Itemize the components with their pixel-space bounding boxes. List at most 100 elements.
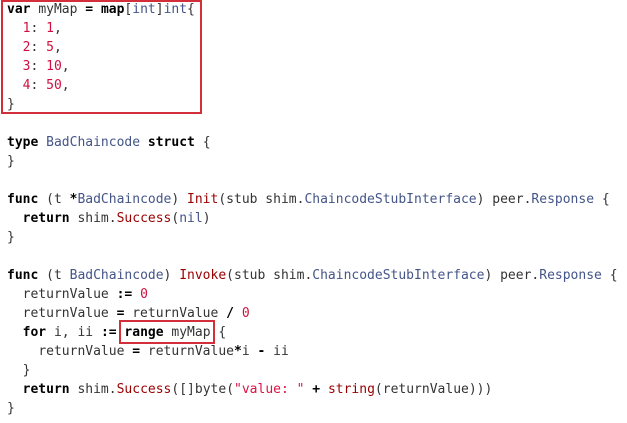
type: int (163, 2, 188, 17)
code-line-17: } (7, 361, 31, 380)
code-line-2: 1: 1, (7, 19, 62, 38)
code-line-5: 4: 50, (7, 76, 70, 95)
operator: + (312, 382, 321, 397)
number: 10 (46, 59, 62, 74)
type: ChaincodeStubInterface (304, 192, 477, 207)
identifier: returnValue (132, 306, 219, 321)
punctuation: : (30, 59, 39, 74)
code-line-3: 2: 5, (7, 38, 62, 57)
function-name: Success (116, 211, 172, 226)
params: (stub shim. (218, 192, 305, 207)
keyword: struct (147, 135, 195, 150)
keyword: func (7, 192, 39, 207)
punctuation: (t (46, 192, 70, 207)
operator: = (132, 344, 141, 359)
code-line-13: returnValue := 0 (7, 285, 148, 304)
identifier: myMap (171, 325, 211, 340)
code-line-8: } (7, 152, 15, 171)
punctuation: ([] (171, 382, 195, 397)
identifier: byte (194, 382, 227, 397)
punctuation: { (187, 2, 195, 17)
punctuation: : (30, 40, 39, 55)
code-line-6: } (7, 95, 15, 114)
punctuation: : (30, 78, 39, 93)
code-line-18: return shim.Success([]byte("value: " + s… (7, 380, 493, 399)
code-line-12: func (t BadChaincode) Invoke(stub shim.C… (7, 266, 618, 285)
function-name: Success (116, 382, 172, 397)
keyword: var (7, 2, 31, 17)
operator: = (85, 2, 94, 17)
operator: := (116, 287, 133, 302)
code-line-7: type BadChaincode struct { (7, 133, 211, 152)
punctuation: { (218, 325, 227, 340)
string-literal: "value: " (234, 382, 305, 397)
punctuation: { (202, 135, 211, 150)
punctuation: } (7, 154, 15, 169)
code-line-14: returnValue = returnValue / 0 (7, 304, 250, 323)
params: ) peer. (476, 192, 532, 207)
number: 0 (241, 306, 250, 321)
punctuation: } (7, 401, 15, 416)
identifier: i (241, 344, 250, 359)
number: 50 (46, 78, 62, 93)
punctuation: , (53, 21, 62, 36)
operator: - (257, 344, 266, 359)
identifier: returnValue (22, 287, 109, 302)
code-line-11: } (7, 228, 15, 247)
identifier: i, ii (53, 325, 94, 340)
function-name: Invoke (179, 268, 227, 283)
operator: = (116, 306, 125, 321)
type: ChaincodeStubInterface (312, 268, 485, 283)
punctuation: { (609, 268, 618, 283)
code-line-9: func (t *BadChaincode) Init(stub shim.Ch… (7, 190, 610, 209)
code-line-16: returnValue = returnValue*i - ii (7, 342, 289, 361)
identifier: shim. (77, 382, 117, 397)
punctuation: } (7, 97, 15, 112)
punctuation: } (22, 363, 31, 378)
literal: nil (179, 211, 203, 226)
operator: * (233, 344, 242, 359)
punctuation: , (61, 78, 70, 93)
keyword: range (124, 325, 164, 340)
number: 5 (46, 40, 54, 55)
code-viewer: var myMap = map[int]int{ 1: 1, 2: 5, 3: … (0, 0, 627, 423)
punctuation: ) (171, 192, 180, 207)
code-line-15: for i, ii := range myMap { (7, 323, 227, 342)
keyword: map (100, 2, 125, 17)
operator: / (226, 306, 234, 321)
identifier: shim. (77, 211, 117, 226)
punctuation: , (61, 59, 70, 74)
params: ) peer. (484, 268, 540, 283)
type: BadChaincode (69, 268, 164, 283)
punctuation: (returnValue))) (374, 382, 493, 397)
number: 0 (140, 287, 148, 302)
keyword: return (22, 382, 70, 397)
punctuation: ) (163, 268, 172, 283)
punctuation: : (30, 21, 39, 36)
keyword: type (7, 135, 39, 150)
punctuation: (t (46, 268, 70, 283)
punctuation: ] (155, 2, 164, 17)
punctuation: ) (202, 211, 211, 226)
code-line-19: } (7, 399, 15, 418)
code-line-10: return shim.Success(nil) (7, 209, 211, 228)
keyword: for (22, 325, 47, 340)
code-line-1: var myMap = map[int]int{ (7, 0, 195, 19)
identifier: myMap (38, 2, 78, 17)
function-name: string (327, 382, 375, 397)
keyword: return (22, 211, 70, 226)
type: Response (531, 192, 595, 207)
punctuation: ( (226, 382, 235, 397)
type: int (132, 2, 156, 17)
keyword: func (7, 268, 39, 283)
type: BadChaincode (46, 135, 141, 150)
identifier: ii (273, 344, 289, 359)
function-name: Init (187, 192, 219, 207)
params: (stub shim. (226, 268, 313, 283)
punctuation: , (53, 40, 62, 55)
code-line-4: 3: 10, (7, 57, 70, 76)
operator: := (100, 325, 117, 340)
punctuation: } (7, 230, 15, 245)
number: 1 (46, 21, 54, 36)
identifier: returnValue (38, 344, 125, 359)
